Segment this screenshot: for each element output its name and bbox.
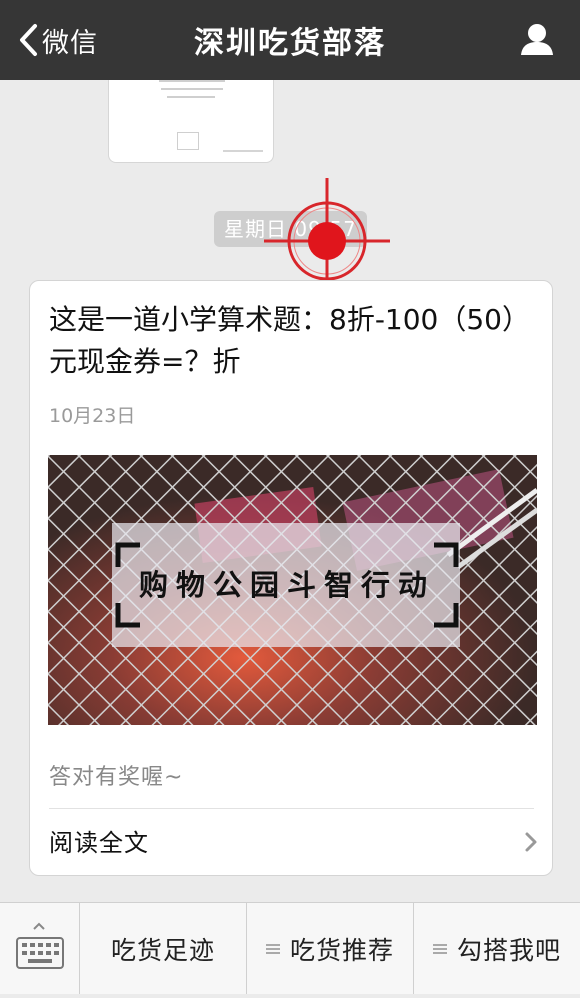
menu-item-label: 勾搭我吧	[456, 935, 561, 965]
read-full-article-link[interactable]: 阅读全文	[30, 809, 552, 873]
article-cover-image: 购物公园斗智行动	[48, 455, 537, 725]
page-title: 深圳吃货部落	[194, 26, 386, 61]
menu-item-label: 吃货推荐	[289, 935, 394, 965]
menu-item-foodie-footprints[interactable]: 吃货足迹	[80, 903, 246, 994]
profile-button[interactable]	[520, 22, 554, 60]
menu-item-contact-us[interactable]: 勾搭我吧	[414, 903, 580, 994]
read-more-label: 阅读全文	[49, 829, 149, 857]
previous-message-thumbnail[interactable]	[108, 80, 274, 163]
person-icon	[521, 24, 553, 55]
menu-lines-icon	[265, 943, 280, 954]
top-nav-bar: 微信 深圳吃货部落	[0, 0, 580, 80]
chevron-right-icon	[525, 832, 537, 852]
keyboard-toggle-button[interactable]	[0, 903, 80, 994]
menu-item-foodie-recommend[interactable]: 吃货推荐	[247, 903, 413, 994]
article-title: 这是一道小学算术题：8折-100（50）元现金券=？折	[49, 303, 516, 378]
menu-lines-icon	[432, 943, 447, 954]
article-description: 答对有奖喔~	[49, 765, 184, 790]
article-date: 10月23日	[49, 405, 136, 427]
keyboard-icon	[16, 922, 64, 969]
cover-image-text: 购物公园斗智行动	[139, 568, 435, 602]
menu-item-label: 吃货足迹	[110, 935, 215, 965]
bottom-menu-bar: 吃货足迹 吃货推荐 勾搭我吧	[0, 902, 580, 994]
article-card[interactable]: 这是一道小学算术题：8折-100（50）元现金券=？折 10月23日 购物公园斗…	[29, 280, 553, 876]
